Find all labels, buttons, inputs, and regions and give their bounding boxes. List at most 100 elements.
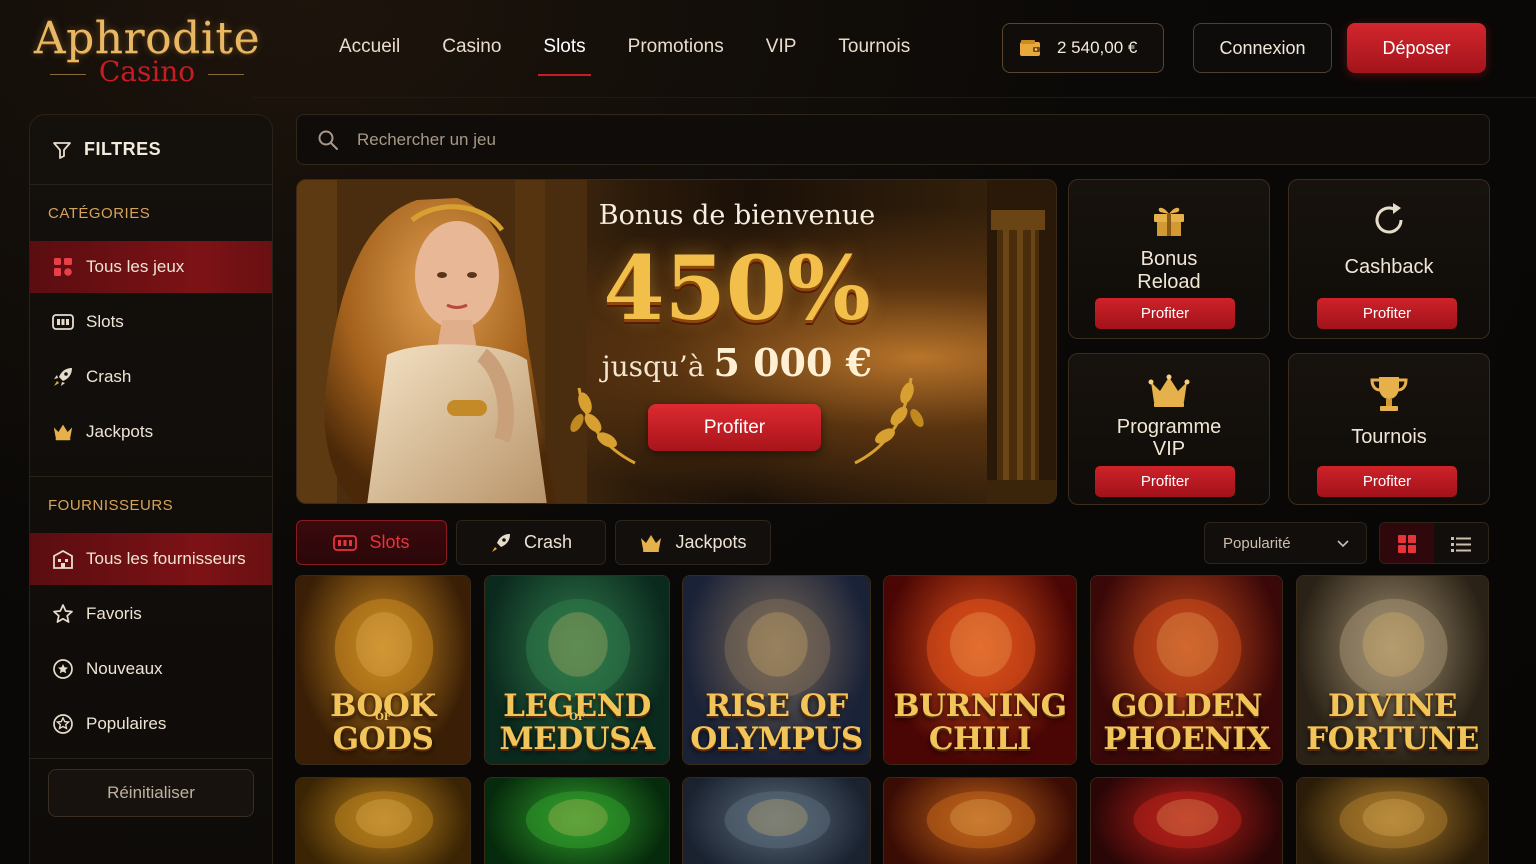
cleopatra-emblem-icon — [1339, 791, 1448, 849]
sidebar-divider — [30, 758, 272, 759]
main-nav: Accueil Casino Slots Promotions VIP Tour… — [318, 24, 931, 76]
deposit-button[interactable]: Déposer — [1347, 23, 1486, 73]
filter-icon — [53, 141, 71, 159]
crown-icon — [52, 421, 74, 443]
tab-slots[interactable]: Slots — [296, 520, 447, 565]
category-crash[interactable]: Crash — [30, 351, 272, 403]
game-tile-pegasus[interactable]: DIVINE FORTUNE — [1296, 575, 1489, 765]
game-tile-lucky7[interactable] — [1090, 777, 1283, 864]
provider-new[interactable]: Nouveaux — [30, 643, 272, 695]
promo-card-tournaments[interactable]: Tournois Profiter — [1288, 353, 1490, 505]
provider-popular[interactable]: Populaires — [30, 698, 272, 750]
building-icon — [52, 548, 74, 570]
category-slots[interactable]: Slots — [30, 296, 272, 348]
game-tile-cleopatra[interactable] — [1296, 777, 1489, 864]
categories-heading: CATÉGORIES — [48, 204, 151, 222]
nav-accueil[interactable]: Accueil — [318, 24, 421, 76]
promo-title: Programme VIP — [1116, 416, 1222, 460]
brand-logo[interactable]: Aphrodite Casino — [32, 14, 262, 94]
wallet-icon — [1020, 40, 1040, 56]
chevron-down-icon — [1337, 540, 1349, 548]
provider-favorites[interactable]: Favoris — [30, 588, 272, 640]
promo-claim-button[interactable]: Profiter — [1095, 466, 1235, 497]
wallet-balance[interactable]: 2 540,00 € — [1002, 23, 1164, 73]
star-icon — [52, 603, 74, 625]
grid-icon — [52, 256, 74, 278]
game-tile-chili[interactable]: BURNING CHILI — [883, 575, 1077, 765]
refresh-icon — [1375, 203, 1403, 234]
filter-sidebar: FILTRES CATÉGORIES Tous les jeux Slots C… — [29, 114, 273, 864]
list-view-button[interactable] — [1434, 523, 1488, 563]
crown-icon — [1148, 374, 1190, 407]
game-title: DIVINE FORTUNE — [1306, 688, 1479, 757]
game-title: RISE OF OLYMPUS — [690, 688, 863, 757]
login-button[interactable]: Connexion — [1193, 23, 1332, 73]
category-label: Tous les jeux — [86, 257, 185, 276]
reset-filters-button[interactable]: Réinitialiser — [48, 769, 254, 817]
clover-emblem-icon — [525, 791, 631, 849]
sort-dropdown[interactable]: Popularité — [1204, 522, 1367, 564]
popular-star-icon — [52, 713, 74, 735]
promo-card-vip[interactable]: Programme VIP Profiter — [1068, 353, 1270, 505]
nav-casino[interactable]: Casino — [421, 24, 522, 76]
dragon-emblem-icon — [926, 791, 1036, 849]
greek-column-illustration — [987, 180, 1056, 503]
game-tile-viking[interactable] — [682, 777, 871, 864]
view-toggle — [1379, 522, 1489, 564]
category-jackpots[interactable]: Jackpots — [30, 406, 272, 458]
providers-heading: FOURNISSEURS — [48, 496, 174, 514]
brand-subtitle: Casino — [32, 58, 262, 86]
trophy-icon — [1370, 377, 1408, 411]
game-title: GOLDEN PHOENIX — [1103, 688, 1270, 757]
game-title: BURNING CHILI — [893, 688, 1067, 757]
grid-view-button[interactable] — [1380, 523, 1434, 563]
slot-machine-icon — [52, 311, 74, 333]
hero-upto-amount: 5 000 € — [713, 340, 873, 385]
balance-amount: 2 540,00 € — [1057, 38, 1138, 57]
welcome-bonus-banner[interactable]: Bonus de bienvenue 450% jusqu’à 5 000 € … — [296, 179, 1057, 504]
lucky7-emblem-icon — [1133, 791, 1242, 849]
list-icon — [1451, 537, 1471, 552]
provider-label: Tous les fournisseurs — [86, 549, 246, 568]
promo-claim-button[interactable]: Profiter — [1317, 466, 1457, 497]
nav-promotions[interactable]: Promotions — [607, 24, 745, 76]
viking-emblem-icon — [724, 791, 831, 849]
tab-crash[interactable]: Crash — [456, 520, 606, 565]
hero-title: Bonus de bienvenue — [598, 200, 876, 231]
provider-all[interactable]: Tous les fournisseurs — [30, 533, 272, 585]
promo-title: Cashback — [1344, 256, 1434, 278]
filters-header: FILTRES — [30, 115, 272, 185]
game-tile-aztec[interactable] — [295, 777, 471, 864]
slot-machine-icon — [333, 534, 358, 551]
promo-claim-button[interactable]: Profiter — [1095, 298, 1235, 329]
nav-tournois[interactable]: Tournois — [817, 24, 931, 76]
tab-label: Crash — [523, 532, 572, 552]
game-tile-clover[interactable] — [484, 777, 670, 864]
tab-label: Jackpots — [675, 532, 747, 552]
hero-bonus-cap: jusqu’à 5 000 € — [517, 340, 957, 385]
tab-jackpots[interactable]: Jackpots — [615, 520, 771, 565]
category-label: Slots — [86, 312, 124, 331]
new-badge-icon — [52, 658, 74, 680]
game-tile-zeus[interactable]: RISE OF OLYMPUS — [682, 575, 871, 765]
search-input[interactable] — [357, 129, 1357, 150]
provider-label: Favoris — [86, 604, 142, 623]
nav-slots[interactable]: Slots — [522, 24, 606, 76]
promo-claim-button[interactable]: Profiter — [1317, 298, 1457, 329]
game-tile-book[interactable]: BOOK GODS OF — [295, 575, 471, 765]
game-tile-medusa[interactable]: LEGEND MEDUSA OF — [484, 575, 670, 765]
hero-claim-button[interactable]: Profiter — [648, 404, 821, 451]
promo-card-cashback[interactable]: Cashback Profiter — [1288, 179, 1490, 339]
rocket-icon — [52, 366, 74, 388]
category-all-games[interactable]: Tous les jeux — [30, 241, 272, 293]
category-label: Crash — [86, 367, 132, 386]
nav-vip[interactable]: VIP — [745, 24, 818, 76]
game-tile-phoenix[interactable]: GOLDEN PHOENIX — [1090, 575, 1283, 765]
hero-upto-prefix: jusqu’à — [601, 350, 705, 383]
crown-icon — [641, 534, 662, 552]
sort-selected: Popularité — [1223, 534, 1291, 552]
aztec-emblem-icon — [334, 791, 434, 849]
promo-card-reload[interactable]: Bonus Reload Profiter — [1068, 179, 1270, 339]
grid-icon — [1398, 535, 1416, 553]
game-tile-dragon[interactable] — [883, 777, 1077, 864]
